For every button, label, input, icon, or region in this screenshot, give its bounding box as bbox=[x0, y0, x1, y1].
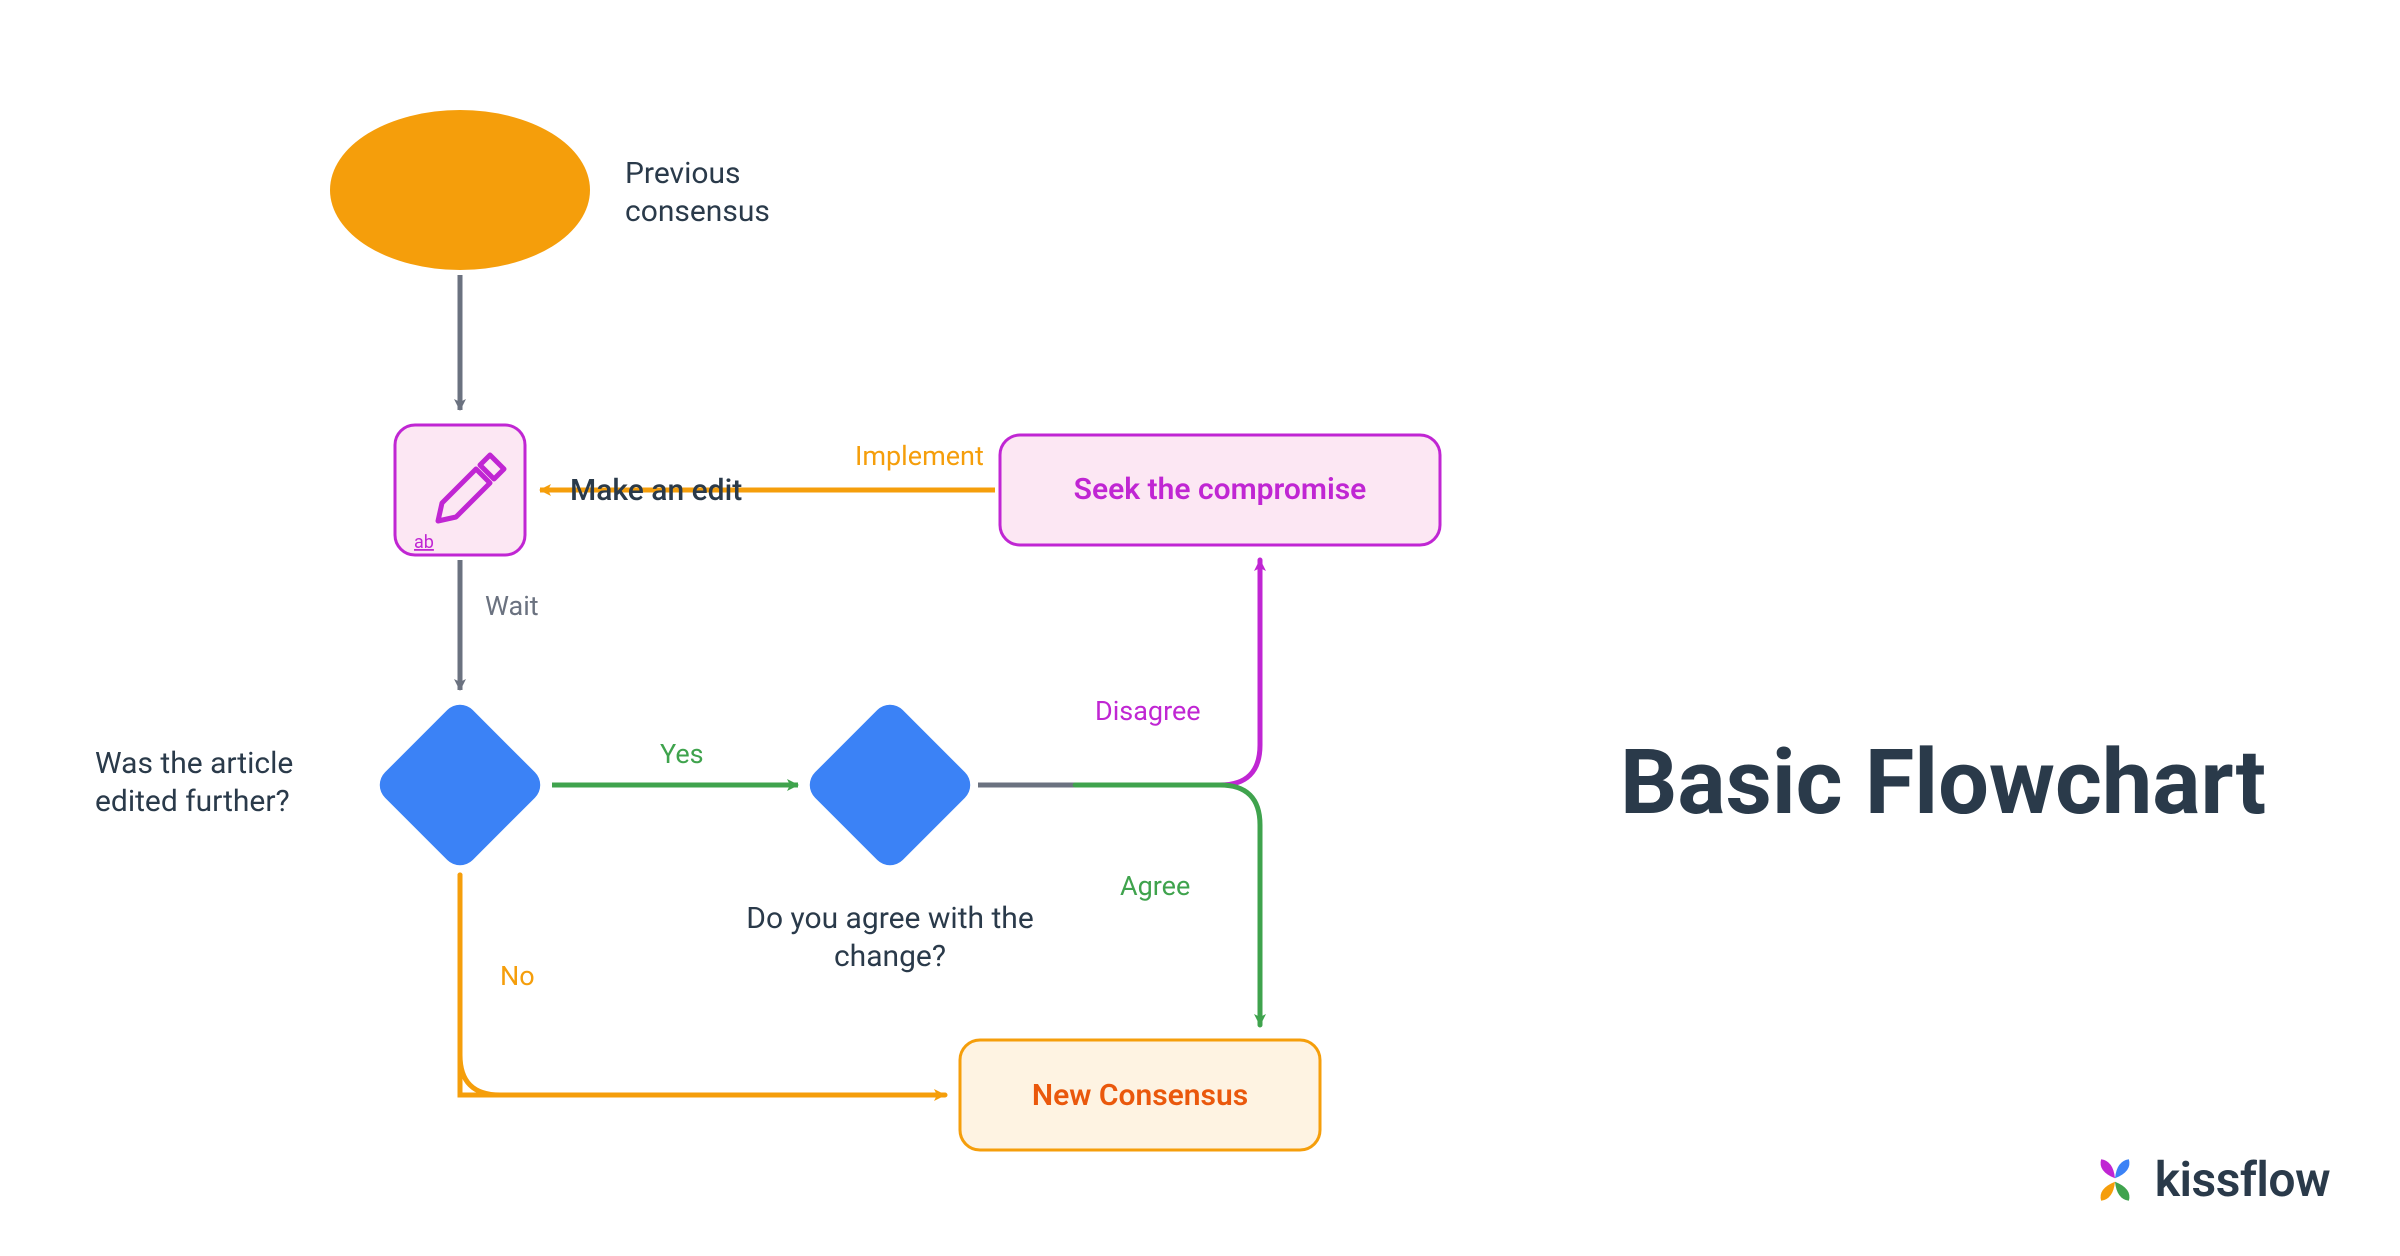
diagram-svg: ab bbox=[0, 0, 2400, 1256]
edge-disagree bbox=[1075, 560, 1260, 785]
no-label: No bbox=[500, 960, 535, 994]
agree-label: Agree bbox=[1120, 870, 1190, 904]
edit-icon-caption: ab bbox=[414, 532, 434, 553]
decision1-label: Was the article edited further? bbox=[95, 745, 365, 820]
yes-label: Yes bbox=[660, 738, 704, 772]
disagree-label: Disagree bbox=[1095, 695, 1201, 729]
consensus-label: New Consensus bbox=[1032, 1078, 1248, 1113]
flowchart-canvas: ab Previous consensus Make an edit Wait … bbox=[0, 0, 2400, 1256]
edge-agree bbox=[1075, 785, 1260, 1025]
page-title: Basic Flowchart bbox=[1620, 730, 2266, 835]
start-label: Previous consensus bbox=[625, 155, 865, 230]
start-node bbox=[330, 110, 590, 270]
implement-label: Implement bbox=[855, 440, 984, 474]
brand-logo: kissflow bbox=[2089, 1151, 2330, 1208]
brand-text: kissflow bbox=[2155, 1151, 2330, 1208]
compromise-label: Seek the compromise bbox=[1074, 472, 1367, 507]
decision2-node bbox=[802, 697, 977, 872]
wait-label: Wait bbox=[485, 590, 539, 624]
decision2-label: Do you agree with the change? bbox=[720, 900, 1060, 975]
edit-label: Make an edit bbox=[570, 472, 742, 510]
kissflow-icon bbox=[2089, 1154, 2141, 1206]
decision1-node bbox=[372, 697, 547, 872]
